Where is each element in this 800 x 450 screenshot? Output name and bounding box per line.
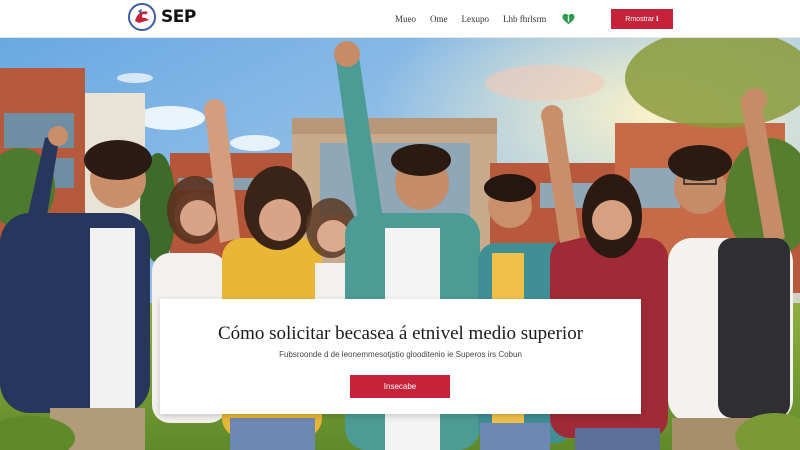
heart-icon[interactable] [562,13,575,25]
hero-banner: Cómo solicitar becasea á etnivel medio s… [0,38,800,450]
brand-name: SEP [161,7,196,27]
site-header: SEP Mueo Ome Lexupo Lhb fhrlsrm Rmostrar… [0,0,800,38]
hero-cta-button[interactable]: Insecabe [350,375,450,398]
hero-subtitle: Fubsroonde d de leonemmesotjstio gloodit… [279,350,522,359]
hero-title: Cómo solicitar becasea á etnivel medio s… [217,323,584,344]
sep-logo-icon [128,3,156,31]
nav-link-4[interactable]: Lhb fhrlsrm [503,14,546,24]
brand-logo[interactable]: SEP [128,3,196,31]
nav-link-1[interactable]: Mueo [395,14,416,24]
header-cta-button[interactable]: Rmostrar ℹ [611,9,673,29]
nav-link-3[interactable]: Lexupo [462,14,490,24]
hero-card: Cómo solicitar becasea á etnivel medio s… [160,299,641,414]
nav-link-2[interactable]: Ome [430,14,448,24]
main-nav: Mueo Ome Lexupo Lhb fhrlsrm [395,13,575,25]
